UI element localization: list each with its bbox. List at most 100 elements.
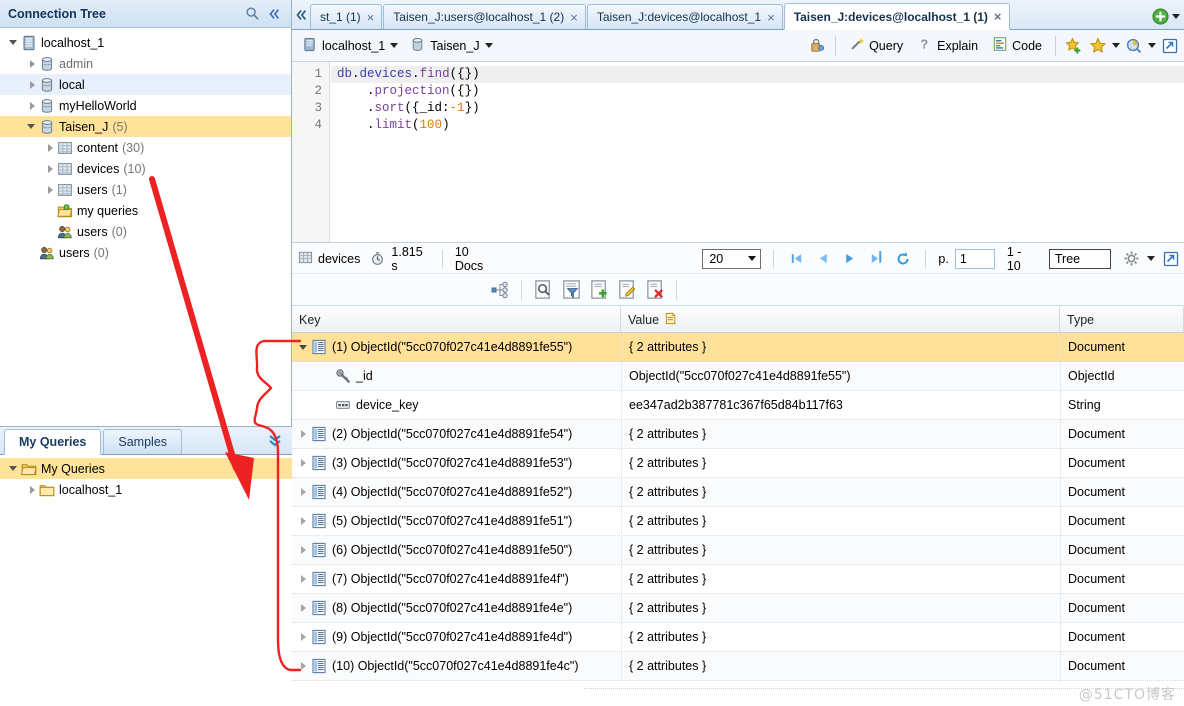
prev-page-button[interactable] <box>813 249 834 269</box>
connection-selector[interactable]: localhost_1 <box>298 35 402 57</box>
last-page-button[interactable] <box>866 249 887 269</box>
chevron-down-icon[interactable] <box>1172 13 1180 19</box>
queries-node-localhost-1[interactable]: localhost_1 <box>0 479 292 500</box>
tree-node-taisen-j[interactable]: Taisen_J (5) <box>0 116 291 137</box>
profiler-icon[interactable] <box>1124 36 1144 56</box>
tab-samples[interactable]: Samples <box>103 429 183 454</box>
chevron-down-icon-connection[interactable] <box>390 43 399 48</box>
chevron-down-icon-settings[interactable] <box>1147 256 1156 261</box>
favorite-star-icon[interactable] <box>1088 36 1108 56</box>
chevron-right-icon[interactable] <box>296 575 310 583</box>
export-results-icon[interactable] <box>1161 249 1180 269</box>
edit-doc-icon[interactable] <box>614 277 640 303</box>
table-row[interactable]: _id ObjectId("5cc070f027c41e4d8891fe55") O… <box>292 361 1184 391</box>
close-icon[interactable]: × <box>767 11 775 24</box>
code-line-2[interactable]: .projection({}) <box>331 83 1184 100</box>
code-button[interactable]: Code <box>987 34 1047 57</box>
chevron-right-icon[interactable] <box>296 662 310 670</box>
column-header-key[interactable]: Key <box>292 307 621 333</box>
hierarchy-icon[interactable] <box>487 277 513 303</box>
chevron-down-icon-database[interactable] <box>484 43 493 48</box>
tree-node-my-queries[interactable]: my queries <box>0 200 291 221</box>
chevron-right-icon[interactable] <box>296 546 310 554</box>
table-row[interactable]: (10) ObjectId("5cc070f027c41e4d8891fe4c"… <box>292 651 1184 681</box>
add-doc-icon[interactable] <box>586 277 612 303</box>
tree-node-users[interactable]: users (1) <box>0 179 291 200</box>
chevron-down-icon[interactable] <box>6 32 20 53</box>
chevron-down-icon[interactable] <box>24 116 38 137</box>
chevron-right-icon[interactable] <box>296 488 310 496</box>
code-line-4[interactable]: .limit(100) <box>331 117 1184 134</box>
tab-my-queries[interactable]: My Queries <box>4 429 102 455</box>
add-favorite-icon[interactable] <box>1064 36 1084 56</box>
tree-node-admin[interactable]: admin <box>0 53 291 74</box>
tree-node-users[interactable]: users (0) <box>0 242 291 263</box>
gear-icon[interactable] <box>1122 249 1141 269</box>
close-icon[interactable]: × <box>367 11 375 24</box>
close-icon[interactable]: × <box>994 10 1002 23</box>
editor-tab-1[interactable]: Taisen_J:users@localhost_1 (2) × <box>383 4 586 29</box>
chevron-right-icon[interactable] <box>24 479 38 500</box>
chevron-right-icon[interactable] <box>24 74 38 95</box>
chevron-right-icon[interactable] <box>296 604 310 612</box>
view-mode-select[interactable]: Tree <box>1048 248 1112 269</box>
page-number-input[interactable] <box>954 248 995 269</box>
search-icon[interactable] <box>241 3 263 25</box>
chevron-right-icon[interactable] <box>296 517 310 525</box>
query-code-editor[interactable]: 1234 db.devices.find({}) .projection({})… <box>292 62 1184 243</box>
query-button[interactable]: Query <box>844 34 908 57</box>
tree-node-users[interactable]: users (0) <box>0 221 291 242</box>
table-row[interactable]: (7) ObjectId("5cc070f027c41e4d8891fe4f")… <box>292 564 1184 594</box>
magnifier-doc-icon[interactable] <box>530 277 556 303</box>
tree-node-myhelloworld[interactable]: myHelloWorld <box>0 95 291 116</box>
table-row[interactable]: (8) ObjectId("5cc070f027c41e4d8891fe4e")… <box>292 593 1184 623</box>
table-row[interactable]: (6) ObjectId("5cc070f027c41e4d8891fe50")… <box>292 535 1184 565</box>
table-row[interactable]: (4) ObjectId("5cc070f027c41e4d8891fe52")… <box>292 477 1184 507</box>
collapse-tabs-icon[interactable] <box>292 1 310 29</box>
explain-button[interactable]: ? Explain <box>912 34 983 57</box>
chevron-right-icon[interactable] <box>296 633 310 641</box>
queries-node-my-queries[interactable]: My Queries <box>0 458 292 479</box>
chevron-down-icon[interactable] <box>6 458 20 479</box>
chevron-right-icon[interactable] <box>42 179 56 200</box>
column-header-type[interactable]: Type <box>1060 307 1184 333</box>
tree-node-localhost-1[interactable]: localhost_1 <box>0 32 291 53</box>
chevron-right-icon[interactable] <box>24 95 38 116</box>
table-row[interactable]: (3) ObjectId("5cc070f027c41e4d8891fe53")… <box>292 448 1184 478</box>
filter-doc-icon[interactable] <box>558 277 584 303</box>
table-row[interactable]: device_key ee347ad2b387781c367f65d84b117f… <box>292 390 1184 420</box>
refresh-button[interactable] <box>893 249 914 269</box>
chevron-down-icon-profiler[interactable] <box>1148 43 1156 48</box>
chevron-double-down-icon[interactable] <box>266 433 284 450</box>
table-row[interactable]: (5) ObjectId("5cc070f027c41e4d8891fe51")… <box>292 506 1184 536</box>
chevron-down-icon-favorites[interactable] <box>1112 43 1120 48</box>
page-size-select[interactable]: 20 <box>702 248 762 269</box>
column-header-value[interactable]: Value <box>621 307 1060 333</box>
editor-tab-3[interactable]: Taisen_J:devices@localhost_1 (1) × <box>783 3 1010 30</box>
chevron-right-icon[interactable] <box>296 430 310 438</box>
next-page-button[interactable] <box>840 249 861 269</box>
editor-tab-2[interactable]: Taisen_J:devices@localhost_1 × <box>586 4 783 29</box>
collapse-left-icon[interactable] <box>263 3 285 25</box>
delete-doc-icon[interactable] <box>642 277 668 303</box>
first-page-button[interactable] <box>786 249 807 269</box>
tree-node-content[interactable]: content (30) <box>0 137 291 158</box>
editor-tab-0[interactable]: st_1 (1) × <box>310 4 383 29</box>
export-icon[interactable] <box>1160 36 1180 56</box>
tree-node-devices[interactable]: devices (10) <box>0 158 291 179</box>
chevron-right-icon[interactable] <box>42 158 56 179</box>
table-row[interactable]: (9) ObjectId("5cc070f027c41e4d8891fe4d")… <box>292 622 1184 652</box>
code-lines[interactable]: db.devices.find({}) .projection({}) .sor… <box>331 62 1184 242</box>
table-row[interactable]: (2) ObjectId("5cc070f027c41e4d8891fe54")… <box>292 419 1184 449</box>
code-line-1[interactable]: db.devices.find({}) <box>331 66 1184 83</box>
table-row[interactable]: (1) ObjectId("5cc070f027c41e4d8891fe55")… <box>292 332 1184 362</box>
code-line-3[interactable]: .sort({_id:-1}) <box>331 100 1184 117</box>
chevron-right-icon[interactable] <box>42 137 56 158</box>
add-green-icon[interactable] <box>1150 6 1170 26</box>
close-icon[interactable]: × <box>570 11 578 24</box>
database-selector[interactable]: Taisen_J <box>406 35 496 57</box>
chevron-right-icon[interactable] <box>24 53 38 74</box>
tree-node-local[interactable]: local <box>0 74 291 95</box>
chevron-right-icon[interactable] <box>296 459 310 467</box>
chevron-down-icon[interactable] <box>296 344 310 350</box>
